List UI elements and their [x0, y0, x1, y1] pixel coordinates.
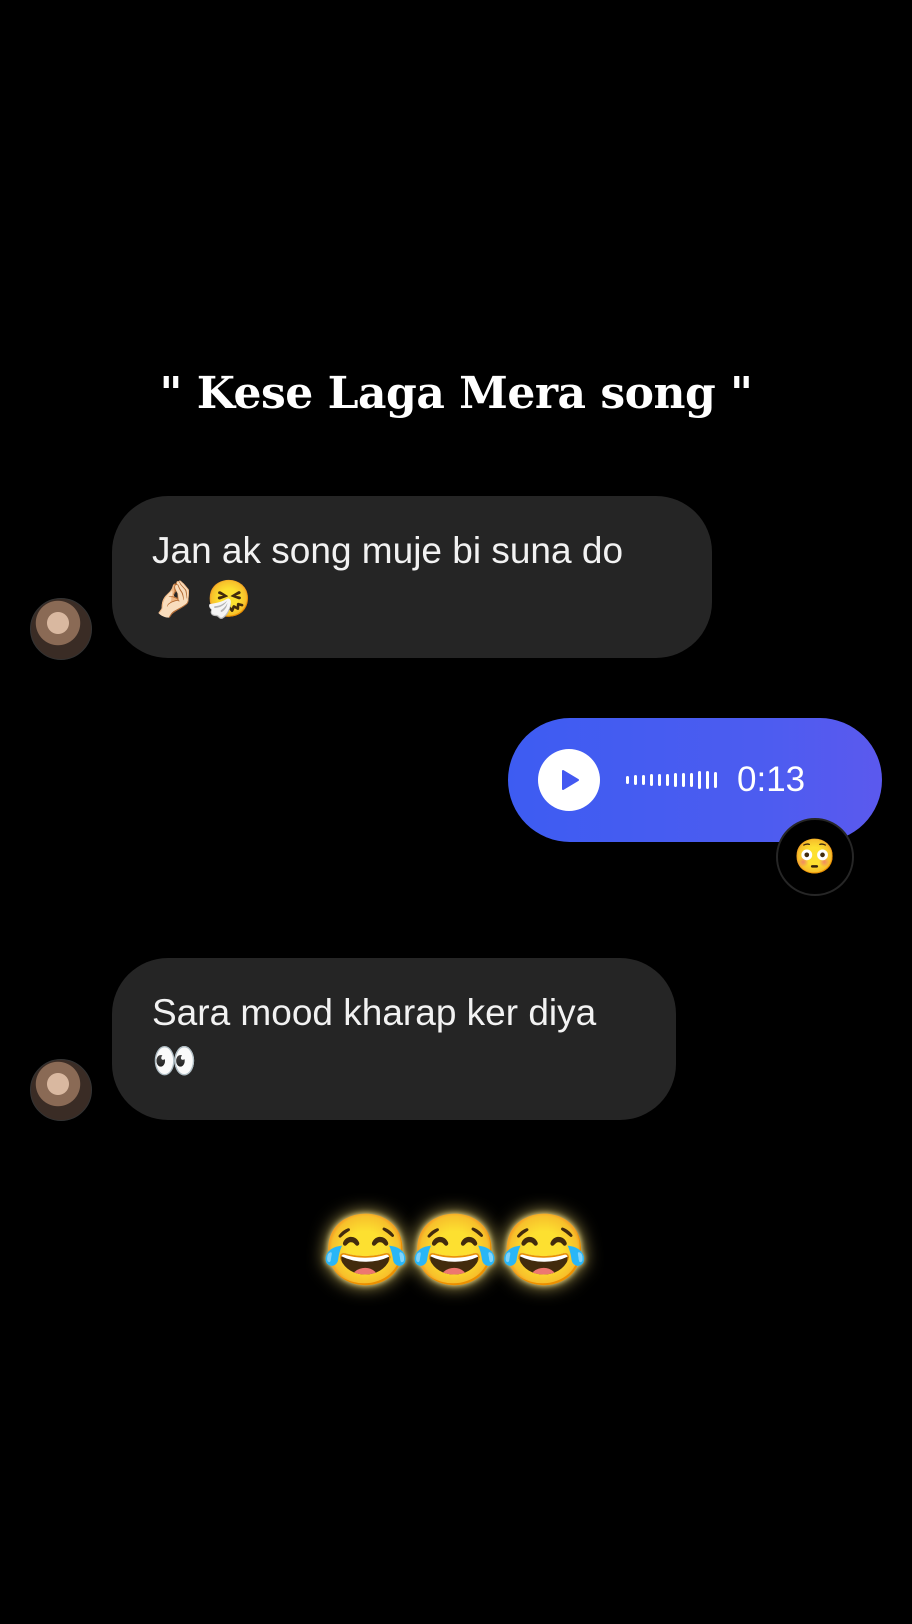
waveform-icon	[626, 765, 717, 795]
message-bubble-incoming[interactable]: Sara mood kharap ker diya 👀	[112, 958, 676, 1120]
message-text: Jan ak song muje bi suna do	[152, 530, 624, 571]
message-emojis: 👀	[152, 1040, 197, 1081]
message-reaction[interactable]: 😳	[776, 818, 854, 896]
avatar[interactable]	[30, 1059, 92, 1121]
overlay-emojis: 😂😂😂	[322, 1211, 590, 1289]
voice-duration: 0:13	[737, 760, 806, 799]
play-button[interactable]	[538, 749, 600, 811]
play-icon	[562, 770, 579, 790]
message-emojis: 🤌🏻 🤧	[152, 578, 252, 619]
message-text: Sara mood kharap ker diya	[152, 992, 597, 1033]
message-bubble-incoming[interactable]: Jan ak song muje bi suna do 🤌🏻 🤧	[112, 496, 712, 658]
video-caption: " Kese Laga Mera song "	[159, 368, 753, 419]
avatar[interactable]	[30, 598, 92, 660]
